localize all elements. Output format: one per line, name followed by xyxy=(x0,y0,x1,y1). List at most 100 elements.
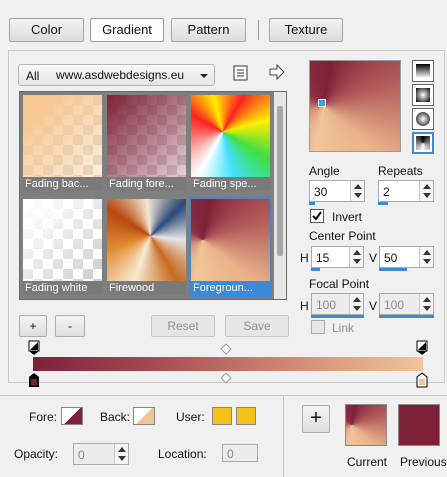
gallery-item[interactable]: Fading spe... xyxy=(191,95,270,191)
user-label: User: xyxy=(176,410,205,424)
arrow-down-icon[interactable] xyxy=(353,259,361,264)
center-h-spinner[interactable]: 15 xyxy=(311,246,364,271)
focal-v-spinner[interactable]: 100 xyxy=(379,293,434,318)
repeats-label: Repeats xyxy=(378,164,423,178)
gradient-thumbnail xyxy=(23,95,102,177)
arrow-up-icon[interactable] xyxy=(353,250,361,255)
arrow-down-icon[interactable] xyxy=(423,259,431,264)
center-point-handle[interactable] xyxy=(318,99,326,107)
library-list-icon[interactable] xyxy=(232,64,250,82)
opacity-label: Opacity: xyxy=(14,447,59,461)
gallery-item-label: Foregroun... xyxy=(191,281,270,295)
gradient-gallery: Fading bac... Fading fore... Fading spe.… xyxy=(19,91,287,300)
rectangular-style-button[interactable] xyxy=(412,84,434,106)
current-swatch xyxy=(345,404,387,446)
focal-v-slider[interactable] xyxy=(379,315,434,318)
sunburst-style-button[interactable] xyxy=(412,108,434,130)
gradient-preview[interactable] xyxy=(309,60,401,152)
chevron-down-icon xyxy=(200,74,208,78)
bottom-divider xyxy=(283,396,284,477)
arrow-down-icon[interactable] xyxy=(353,306,361,311)
focal-h-spinner[interactable]: 100 xyxy=(311,293,364,318)
library-source: www.asdwebdesigns.eu xyxy=(56,68,185,82)
focal-v-value: 100 xyxy=(384,298,405,312)
arrow-down-icon[interactable] xyxy=(423,193,431,198)
angle-slider[interactable] xyxy=(309,202,315,205)
link-label: Link xyxy=(332,321,355,335)
tab-color[interactable]: Color xyxy=(9,18,84,42)
gallery-item[interactable]: Foregroun... xyxy=(189,197,272,297)
reset-button[interactable]: Reset xyxy=(151,315,215,337)
gradient-thumbnail xyxy=(23,199,102,281)
previous-label: Previous xyxy=(400,455,447,469)
arrow-right-icon[interactable] xyxy=(268,63,286,81)
remove-gradient-button[interactable]: - xyxy=(55,315,85,337)
gallery-item[interactable]: Firewood xyxy=(107,199,186,295)
back-swatch[interactable] xyxy=(133,407,155,425)
center-v-slider[interactable] xyxy=(379,268,407,271)
focal-v-label: V xyxy=(369,299,378,313)
user-swatch-2[interactable] xyxy=(236,407,256,425)
repeats-spinner[interactable]: 2 xyxy=(378,180,434,205)
add-color-button[interactable]: + xyxy=(302,405,330,433)
gallery-item-label: Fading spe... xyxy=(191,177,270,191)
arrow-up-icon[interactable] xyxy=(423,250,431,255)
opacity-spinner[interactable]: 0 xyxy=(73,443,129,465)
add-gradient-button[interactable]: + xyxy=(19,315,47,337)
save-button[interactable]: Save xyxy=(225,315,289,337)
transparency-stop-start[interactable] xyxy=(28,340,40,356)
arrow-up-icon[interactable] xyxy=(118,447,126,452)
location-label: Location: xyxy=(158,447,207,461)
tab-pattern[interactable]: Pattern xyxy=(171,18,246,42)
center-point-label: Center Point xyxy=(309,229,376,243)
arrow-up-icon[interactable] xyxy=(423,297,431,302)
arrow-down-icon[interactable] xyxy=(423,306,431,311)
center-v-label: V xyxy=(369,251,378,265)
tab-bar: Color Gradient Pattern Texture xyxy=(0,0,447,50)
repeats-slider[interactable] xyxy=(378,202,388,205)
center-v-value: 50 xyxy=(384,251,398,265)
repeats-value: 2 xyxy=(383,185,390,199)
location-field[interactable]: 0 xyxy=(222,444,258,462)
color-stop-end[interactable] xyxy=(416,372,428,388)
arrow-up-icon[interactable] xyxy=(423,184,431,189)
checkmark-icon xyxy=(312,211,322,221)
gradient-thumbnail xyxy=(107,95,186,177)
color-stop-start[interactable] xyxy=(28,372,40,388)
gallery-item[interactable]: Fading fore... xyxy=(107,95,186,191)
gallery-item-label: Fading bac... xyxy=(23,177,102,191)
scrollbar-thumb[interactable] xyxy=(277,106,283,256)
transparency-stop-end[interactable] xyxy=(416,340,428,356)
center-h-label: H xyxy=(300,251,309,265)
gallery-item[interactable]: Fading bac... xyxy=(23,95,102,191)
gradient-editor-bar[interactable] xyxy=(33,357,423,371)
link-checkbox[interactable] xyxy=(311,320,325,334)
linear-style-button[interactable] xyxy=(412,60,434,82)
back-label: Back: xyxy=(100,410,131,424)
arrow-down-icon[interactable] xyxy=(354,193,362,198)
radial-style-button[interactable] xyxy=(412,132,434,154)
tab-gradient[interactable]: Gradient xyxy=(90,18,164,42)
gallery-scrollbar[interactable] xyxy=(274,92,286,299)
tab-texture[interactable]: Texture xyxy=(269,18,343,42)
center-h-slider[interactable] xyxy=(311,268,320,271)
previous-swatch[interactable] xyxy=(398,404,440,446)
library-dropdown[interactable]: All www.asdwebdesigns.eu xyxy=(18,64,215,86)
user-swatch-1[interactable] xyxy=(212,407,232,425)
center-v-spinner[interactable]: 50 xyxy=(379,246,434,271)
focal-h-slider[interactable] xyxy=(311,315,364,318)
gallery-item-label: Fading fore... xyxy=(107,177,186,191)
invert-label: Invert xyxy=(332,210,363,224)
fore-swatch[interactable] xyxy=(61,407,83,425)
angle-spinner[interactable]: 30 xyxy=(309,180,365,205)
opacity-value: 0 xyxy=(78,448,85,462)
invert-checkbox[interactable] xyxy=(310,209,324,223)
current-label: Current xyxy=(347,455,388,469)
angle-label: Angle xyxy=(309,164,340,178)
arrow-up-icon[interactable] xyxy=(354,184,362,189)
gradient-thumbnail xyxy=(191,95,270,177)
arrow-down-icon[interactable] xyxy=(118,456,126,461)
gallery-item[interactable]: Fading white xyxy=(23,199,102,295)
focal-h-label: H xyxy=(300,299,309,313)
arrow-up-icon[interactable] xyxy=(353,297,361,302)
